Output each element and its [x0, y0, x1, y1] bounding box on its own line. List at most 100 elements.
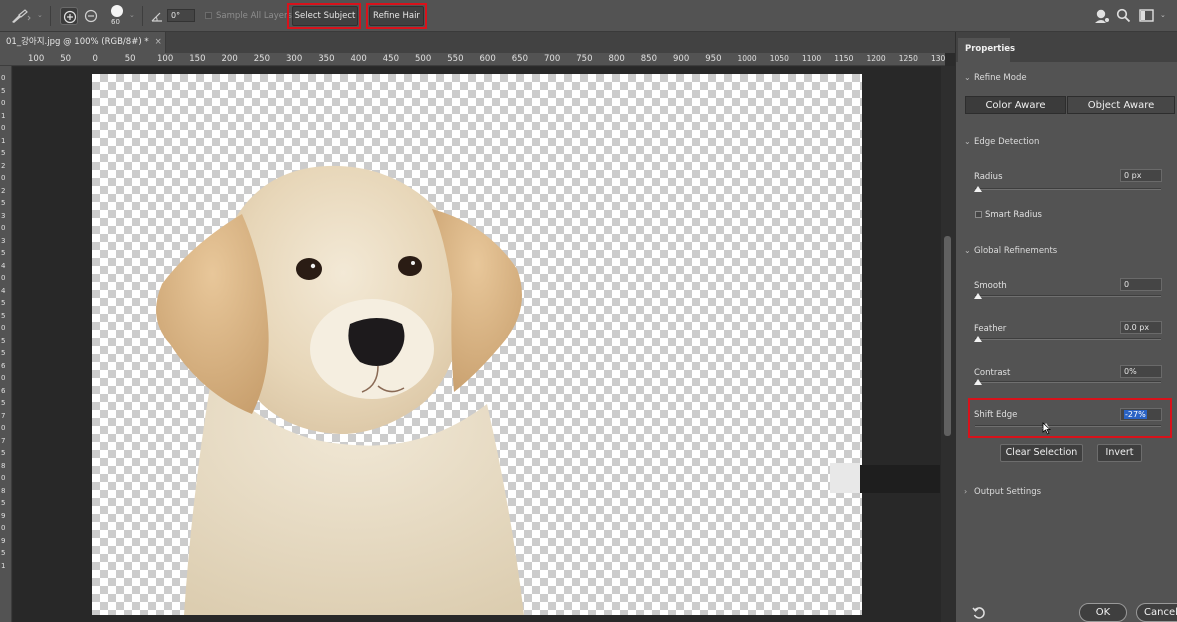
- smooth-slider[interactable]: [975, 295, 1161, 297]
- ruler-tick-label: 5: [1, 336, 6, 345]
- search-icon[interactable]: [1116, 8, 1131, 26]
- divider: [142, 6, 143, 26]
- ruler-tick-label: 2: [1, 161, 6, 170]
- scrollbar-thumb[interactable]: [944, 236, 951, 436]
- brush-size-value: 60: [111, 18, 120, 26]
- chevron-down-icon: ⌄: [964, 137, 971, 146]
- radius-slider-knob[interactable]: [974, 186, 982, 192]
- sample-all-layers-label: Sample All Layers: [216, 11, 292, 21]
- ruler-tick-label: 4: [1, 261, 6, 270]
- add-to-selection-icon[interactable]: [60, 7, 78, 25]
- edge-detection-label: Edge Detection: [974, 137, 1040, 147]
- invert-button[interactable]: Invert: [1097, 444, 1142, 462]
- ruler-tick-label: 100: [157, 54, 174, 64]
- smart-radius-checkbox[interactable]: [975, 211, 982, 218]
- subtract-from-selection-icon[interactable]: [82, 7, 100, 25]
- clear-selection-button[interactable]: Clear Selection: [1000, 444, 1083, 462]
- horizontal-ruler: 100 50 0 50 100 150 200 250 300 350 400 450 500 550 60…: [0, 53, 945, 66]
- ruler-tick-label: 800: [608, 54, 625, 64]
- radius-slider[interactable]: [975, 188, 1161, 190]
- ruler-tick-label: 250: [253, 54, 270, 64]
- chevron-down-icon: ⌄: [964, 246, 971, 255]
- output-settings-label: Output Settings: [974, 487, 1042, 497]
- chevron-right-icon: ›: [964, 487, 968, 496]
- ruler-tick-label: 400: [350, 54, 367, 64]
- ruler-tick-label: 5: [1, 349, 6, 357]
- ruler-tick-label: 0: [1, 424, 6, 432]
- ruler-tick-label: 1: [1, 111, 6, 120]
- close-icon[interactable]: ×: [155, 37, 162, 47]
- ruler-tick-label: 950: [705, 54, 722, 64]
- tool-preset-chevron-icon[interactable]: ⌄: [37, 11, 43, 19]
- vertical-scrollbar[interactable]: [941, 66, 955, 622]
- ruler-tick-label: 550: [447, 54, 464, 64]
- document-tab-bar: 01_강아지.jpg @ 100% (RGB/8#) * ×: [0, 32, 955, 53]
- ruler-tick-label: 6: [1, 386, 6, 395]
- ok-button[interactable]: OK: [1079, 603, 1127, 622]
- ruler-tick-label: 50: [124, 54, 136, 64]
- smart-radius-label: Smart Radius: [985, 210, 1042, 220]
- ruler-tick-label: 100: [28, 54, 45, 64]
- refine-edge-brush-icon[interactable]: [10, 8, 32, 27]
- ruler-tick-label: 5: [1, 311, 6, 320]
- feather-slider-knob[interactable]: [974, 336, 982, 342]
- output-settings-section[interactable]: › Output Settings: [964, 487, 1041, 497]
- sample-all-layers-checkbox[interactable]: [205, 12, 212, 19]
- ruler-tick-label: 5: [1, 299, 6, 307]
- object-aware-button[interactable]: Object Aware: [1067, 96, 1175, 114]
- contrast-input[interactable]: 0%: [1120, 365, 1162, 378]
- color-aware-button[interactable]: Color Aware: [965, 96, 1066, 114]
- refine-mode-section[interactable]: ⌄ Refine Mode: [964, 73, 1027, 83]
- ruler-tick-label: 3: [1, 211, 6, 220]
- annotation-box-shift-edge: [968, 398, 1172, 438]
- reset-icon[interactable]: [972, 606, 986, 622]
- ruler-tick-label: 1100: [802, 54, 822, 63]
- ruler-tick-label: 0: [1, 374, 6, 382]
- ruler-tick-label: 300: [286, 54, 303, 64]
- ruler-tick-label: 8: [1, 461, 6, 470]
- properties-tab[interactable]: Properties: [958, 38, 1015, 62]
- cancel-button[interactable]: Cancel: [1136, 603, 1177, 622]
- brush-preview-icon[interactable]: [111, 5, 123, 17]
- ruler-tick-label: 1: [1, 136, 6, 145]
- annotation-box-refine-hair: [366, 3, 427, 29]
- ruler-tick-label: 0: [1, 274, 6, 282]
- ruler-tick-label: 450: [382, 54, 399, 64]
- ruler-tick-label: 5: [1, 199, 6, 207]
- ruler-tick-label: 3: [1, 236, 6, 245]
- feather-slider[interactable]: [975, 338, 1161, 340]
- ruler-tick-label: 900: [673, 54, 690, 64]
- ruler-tick-label: 0: [92, 54, 98, 64]
- global-refinements-section[interactable]: ⌄ Global Refinements: [964, 246, 1057, 256]
- image-canvas[interactable]: [92, 74, 862, 615]
- options-bar: ⌄ 60 ⌄ 0° Sample All Layers Select Subje…: [0, 0, 1177, 32]
- ruler-tick-label: 0: [1, 124, 6, 132]
- brush-picker-chevron-icon[interactable]: ⌄: [129, 11, 135, 19]
- ruler-tick-label: 7: [1, 411, 6, 420]
- feather-input[interactable]: 0.0 px: [1120, 321, 1162, 334]
- angle-input[interactable]: 0°: [167, 9, 195, 22]
- ruler-tick-label: 0: [1, 474, 6, 482]
- ruler-tick-label: 9: [1, 536, 6, 545]
- contrast-slider[interactable]: [975, 381, 1161, 383]
- canvas-area[interactable]: [13, 67, 941, 622]
- angle-icon: [151, 10, 163, 25]
- dog-image: [156, 165, 524, 615]
- contrast-label: Contrast: [974, 368, 1011, 378]
- properties-panel: Properties ⌄ Refine Mode Color Aware Obje…: [955, 32, 1177, 622]
- ruler-tick-label: 0: [1, 74, 6, 82]
- ruler-tick-label: 0: [1, 224, 6, 232]
- help-avatar-icon[interactable]: [1094, 8, 1110, 27]
- contrast-slider-knob[interactable]: [974, 379, 982, 385]
- ruler-tick-label: 750: [576, 54, 593, 64]
- smooth-input[interactable]: 0: [1120, 278, 1162, 291]
- ruler-tick-label: 5: [1, 86, 6, 95]
- smooth-slider-knob[interactable]: [974, 293, 982, 299]
- workspace-chevron-icon[interactable]: ⌄: [1160, 11, 1166, 19]
- ruler-tick-label: 5: [1, 499, 6, 507]
- radius-input[interactable]: 0 px: [1120, 169, 1162, 182]
- edge-detection-section[interactable]: ⌄ Edge Detection: [964, 137, 1039, 147]
- workspace-icon[interactable]: [1139, 9, 1154, 25]
- properties-header: Properties: [956, 32, 1177, 62]
- document-tab[interactable]: 01_강아지.jpg @ 100% (RGB/8#) * ×: [0, 32, 166, 53]
